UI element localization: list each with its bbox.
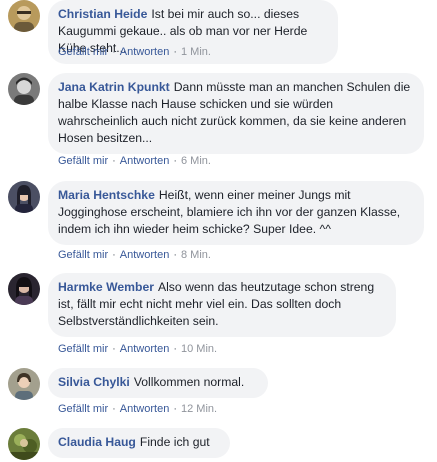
reply-link[interactable]: Antworten — [120, 403, 170, 415]
comment-actions: Gefällt mir · Antworten · 10 Min. — [58, 342, 217, 356]
comment-timestamp[interactable]: 8 Min. — [181, 249, 211, 261]
like-link[interactable]: Gefällt mir — [58, 46, 108, 58]
comment-bubble: Maria Hentschke Heißt, wenn einer meiner … — [48, 181, 424, 245]
comment-actions: Gefällt mir · Antworten · 12 Min. — [58, 402, 217, 416]
separator-dot: · — [173, 343, 177, 355]
comment-timestamp[interactable]: 6 Min. — [181, 155, 211, 167]
comment-author[interactable]: Jana Katrin Kpunkt — [58, 80, 170, 94]
separator-dot: · — [112, 155, 116, 167]
comment-timestamp[interactable]: 10 Min. — [181, 343, 217, 355]
reply-link[interactable]: Antworten — [120, 155, 170, 167]
like-link[interactable]: Gefällt mir — [58, 343, 108, 355]
comment-author[interactable]: Silvia Chylki — [58, 375, 130, 389]
avatar[interactable] — [8, 181, 40, 213]
comment-timestamp[interactable]: 12 Min. — [181, 403, 217, 415]
separator-dot: · — [173, 403, 177, 415]
separator-dot: · — [173, 155, 177, 167]
separator-dot: · — [173, 46, 177, 58]
avatar[interactable] — [8, 273, 40, 305]
comment-author[interactable]: Harmke Wember — [58, 280, 154, 294]
comment-timestamp[interactable]: 1 Min. — [181, 46, 211, 58]
separator-dot: · — [112, 403, 116, 415]
separator-dot: · — [112, 46, 116, 58]
comment-bubble: Harmke Wember Also wenn das heutzutage sc… — [48, 273, 396, 337]
separator-dot: · — [112, 249, 116, 261]
avatar[interactable] — [8, 368, 40, 400]
like-link[interactable]: Gefällt mir — [58, 403, 108, 415]
avatar[interactable] — [8, 428, 40, 460]
comment-actions: Gefällt mir · Antworten · 1 Min. — [58, 45, 211, 59]
avatar[interactable] — [8, 0, 40, 32]
reply-link[interactable]: Antworten — [120, 343, 170, 355]
comment-actions: Gefällt mir · Antworten · 8 Min. — [58, 248, 211, 262]
like-link[interactable]: Gefällt mir — [58, 249, 108, 261]
comment-actions: Gefällt mir · Antworten · 6 Min. — [58, 154, 211, 168]
comment-author[interactable]: Maria Hentschke — [58, 188, 155, 202]
comment-text: Finde ich gut — [139, 435, 210, 449]
comment-bubble: Jana Katrin Kpunkt Dann müsste man an man… — [48, 73, 424, 154]
like-link[interactable]: Gefällt mir — [58, 155, 108, 167]
separator-dot: · — [112, 343, 116, 355]
separator-dot: · — [173, 249, 177, 261]
reply-link[interactable]: Antworten — [120, 46, 170, 58]
avatar[interactable] — [8, 73, 40, 105]
comment-thread: Christian Heide Ist bei mir auch so... di… — [0, 0, 437, 462]
comment-author[interactable]: Claudia Haug — [58, 435, 136, 449]
reply-link[interactable]: Antworten — [120, 249, 170, 261]
comment-author[interactable]: Christian Heide — [58, 7, 147, 21]
comment-bubble: Silvia Chylki Vollkommen normal. — [48, 368, 268, 398]
comment-bubble: Claudia Haug Finde ich gut — [48, 428, 230, 458]
comment-text: Vollkommen normal. — [133, 375, 245, 389]
